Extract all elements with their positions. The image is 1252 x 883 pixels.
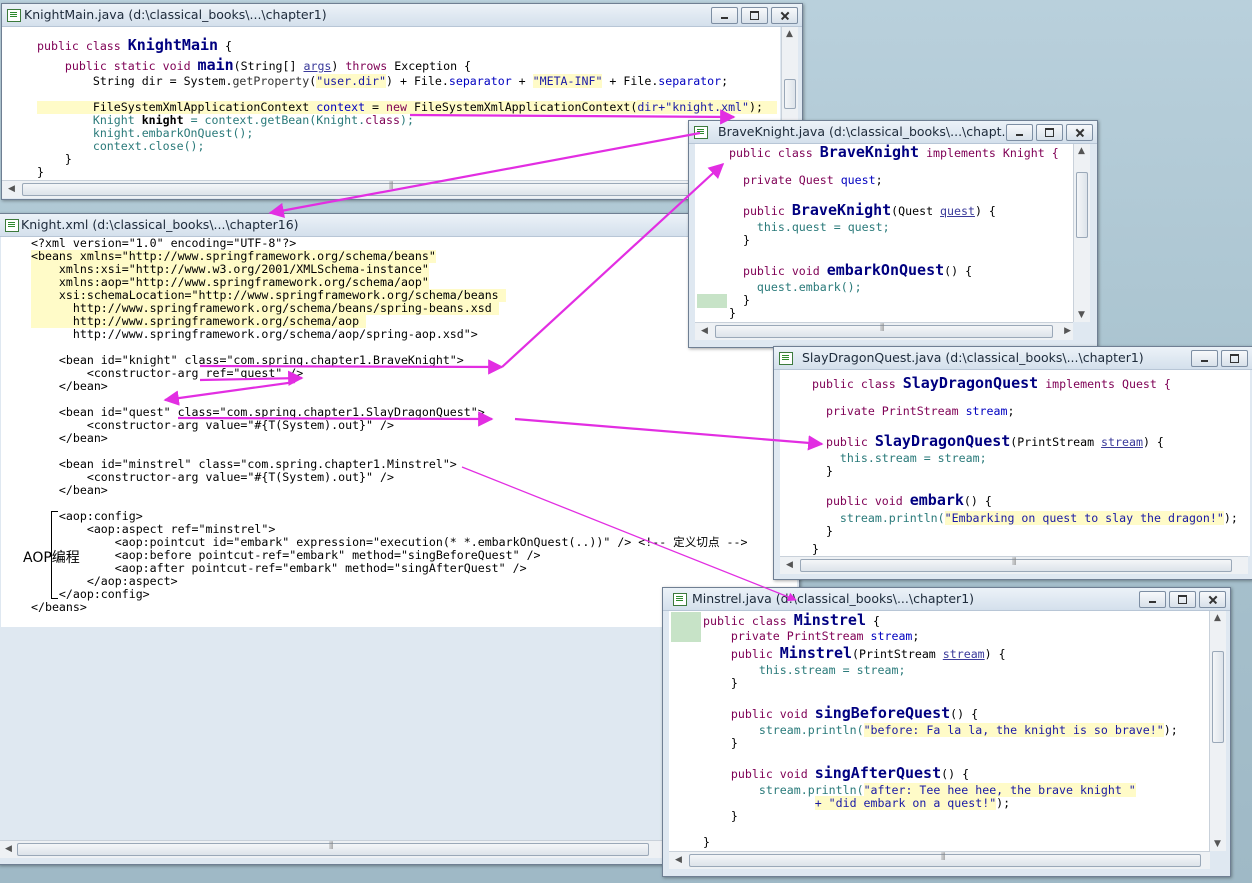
scroll-up-icon[interactable]: ▲ [1214, 613, 1221, 623]
scroll-left-icon[interactable]: ◀ [5, 844, 12, 854]
code-line: public void embark() { [812, 491, 992, 509]
scroll-left-icon[interactable]: ◀ [786, 560, 793, 570]
scroll-left-icon[interactable]: ◀ [675, 855, 682, 865]
scroll-left-icon[interactable]: ◀ [8, 184, 15, 194]
code-line: stream.println("before: Fa la la, the kn… [758, 723, 1178, 737]
scroll-down-icon[interactable]: ▼ [1214, 839, 1221, 849]
code-line: public class SlayDragonQuest implements … [812, 374, 1171, 392]
code-editor-slaydragon[interactable]: public class SlayDragonQuest implements … [780, 370, 1250, 556]
java-file-icon [694, 126, 708, 139]
horizontal-scrollbar[interactable]: ◀ [669, 851, 1210, 869]
maximize-button[interactable] [1221, 350, 1248, 367]
code-line: http://www.springframework.org/schema/ao… [31, 327, 478, 341]
minimize-button[interactable] [1006, 124, 1033, 141]
window-title: BraveKnight.java (d:\classical_books\...… [718, 124, 1014, 139]
minimize-button[interactable] [1139, 591, 1166, 608]
window-minstrel: Minstrel.java (d:\classical_books\...\ch… [662, 587, 1231, 877]
java-file-icon [673, 593, 687, 606]
horizontal-scrollbar[interactable]: ◀ ▶ [695, 322, 1073, 340]
code-line: } [812, 524, 833, 538]
code-line: } [812, 464, 833, 478]
minimize-button[interactable] [1191, 350, 1218, 367]
scroll-thumb[interactable] [1212, 651, 1224, 743]
code-line: } [703, 809, 738, 823]
window-title: Knight.xml (d:\classical_books\...\chapt… [21, 217, 299, 232]
window-title: Minstrel.java (d:\classical_books\...\ch… [692, 591, 975, 606]
window-title: SlayDragonQuest.java (d:\classical_books… [802, 350, 1144, 365]
code-line: public BraveKnight(Quest quest) { [729, 201, 996, 219]
code-line: public SlayDragonQuest(PrintStream strea… [812, 432, 1164, 450]
code-editor-knightxml[interactable]: <?xml version="1.0" encoding="UTF-8"?> <… [1, 237, 797, 627]
titlebar-knightxml[interactable]: Knight.xml (d:\classical_books\...\chapt… [0, 214, 799, 237]
code-editor-braveknight[interactable]: public class BraveKnight implements Knig… [695, 144, 1073, 322]
code-line: </beans> [31, 600, 87, 614]
code-line: public void singBeforeQuest() { [703, 704, 979, 722]
code-line: } [729, 233, 750, 247]
maximize-button[interactable] [1169, 591, 1196, 608]
scroll-thumb[interactable] [800, 557, 1232, 572]
maximize-button[interactable] [1036, 124, 1063, 141]
gutter-mark [697, 294, 727, 308]
java-file-icon [7, 9, 21, 22]
scroll-thumb[interactable] [784, 79, 796, 109]
code-line: private PrintStream stream; [703, 629, 920, 643]
code-line: String dir = System.getProperty("user.di… [37, 74, 729, 88]
window-title: KnightMain.java (d:\classical_books\...\… [24, 7, 327, 22]
vertical-scrollbar[interactable]: ▲ ▼ [1073, 144, 1090, 322]
titlebar-knightmain[interactable]: KnightMain.java (d:\classical_books\...\… [2, 4, 802, 27]
gutter-mark [671, 612, 701, 642]
code-line: public class Minstrel { [703, 611, 880, 629]
scroll-thumb[interactable] [689, 852, 1201, 867]
code-editor-knightmain[interactable]: public class KnightMain { public static … [2, 27, 780, 180]
horizontal-scrollbar[interactable]: ◀ ▶ [2, 180, 802, 198]
scroll-up-icon[interactable]: ▲ [1078, 146, 1085, 156]
code-line: public Minstrel(PrintStream stream) { [703, 644, 1006, 662]
horizontal-scrollbar[interactable]: ◀ [780, 556, 1248, 574]
code-line: stream.println("Embarking on quest to sl… [839, 511, 1238, 525]
xml-file-icon [5, 219, 19, 232]
scroll-right-icon[interactable]: ▶ [1064, 326, 1071, 336]
code-line: public void embarkOnQuest() { [729, 261, 973, 279]
aop-label: AOP编程 [23, 550, 80, 566]
scroll-left-icon[interactable]: ◀ [701, 326, 708, 336]
maximize-button[interactable] [741, 7, 768, 24]
code-line: this.quest = quest; [729, 220, 890, 234]
close-button[interactable] [1066, 124, 1093, 141]
code-line: public class BraveKnight implements Knig… [729, 144, 1059, 161]
code-line: } [812, 542, 819, 556]
code-line: } [37, 165, 44, 179]
code-line: public void singAfterQuest() { [703, 764, 970, 782]
scroll-thumb[interactable] [22, 181, 764, 196]
titlebar-slaydragon[interactable]: SlayDragonQuest.java (d:\classical_books… [774, 347, 1252, 370]
code-line: </bean> [31, 483, 108, 497]
close-button[interactable] [1199, 591, 1226, 608]
window-slaydragon: SlayDragonQuest.java (d:\classical_books… [773, 346, 1252, 580]
code-line: public static void main(String[] args) t… [37, 56, 472, 74]
code-line: private PrintStream stream; [812, 404, 1015, 418]
scroll-thumb[interactable] [715, 323, 1053, 338]
code-line: private Quest quest; [729, 173, 883, 187]
scroll-down-icon[interactable]: ▼ [1078, 310, 1085, 320]
window-braveknight: BraveKnight.java (d:\classical_books\...… [688, 120, 1098, 348]
code-line: this.stream = stream; [812, 451, 987, 465]
code-editor-minstrel[interactable]: public class Minstrel { private PrintStr… [669, 611, 1209, 851]
code-line: public class KnightMain { [37, 36, 233, 54]
vertical-scrollbar[interactable]: ▲ ▼ [1209, 611, 1226, 851]
code-line: + "did embark on a quest!"); [814, 796, 1011, 810]
scroll-thumb[interactable] [1076, 172, 1088, 238]
code-line: } [703, 736, 738, 750]
code-line: </bean> [31, 431, 108, 445]
code-line: } [703, 676, 738, 690]
java-file-icon [779, 352, 793, 365]
scroll-up-icon[interactable]: ▲ [786, 29, 793, 39]
window-knightmain: KnightMain.java (d:\classical_books\...\… [1, 3, 803, 200]
scroll-thumb[interactable] [17, 841, 649, 856]
code-line: </bean> [31, 379, 108, 393]
code-line: } [729, 306, 736, 320]
code-line: } [703, 835, 710, 849]
minimize-button[interactable] [711, 7, 738, 24]
titlebar-minstrel[interactable]: Minstrel.java (d:\classical_books\...\ch… [663, 588, 1230, 611]
close-button[interactable] [771, 7, 798, 24]
titlebar-braveknight[interactable]: BraveKnight.java (d:\classical_books\...… [689, 121, 1097, 144]
